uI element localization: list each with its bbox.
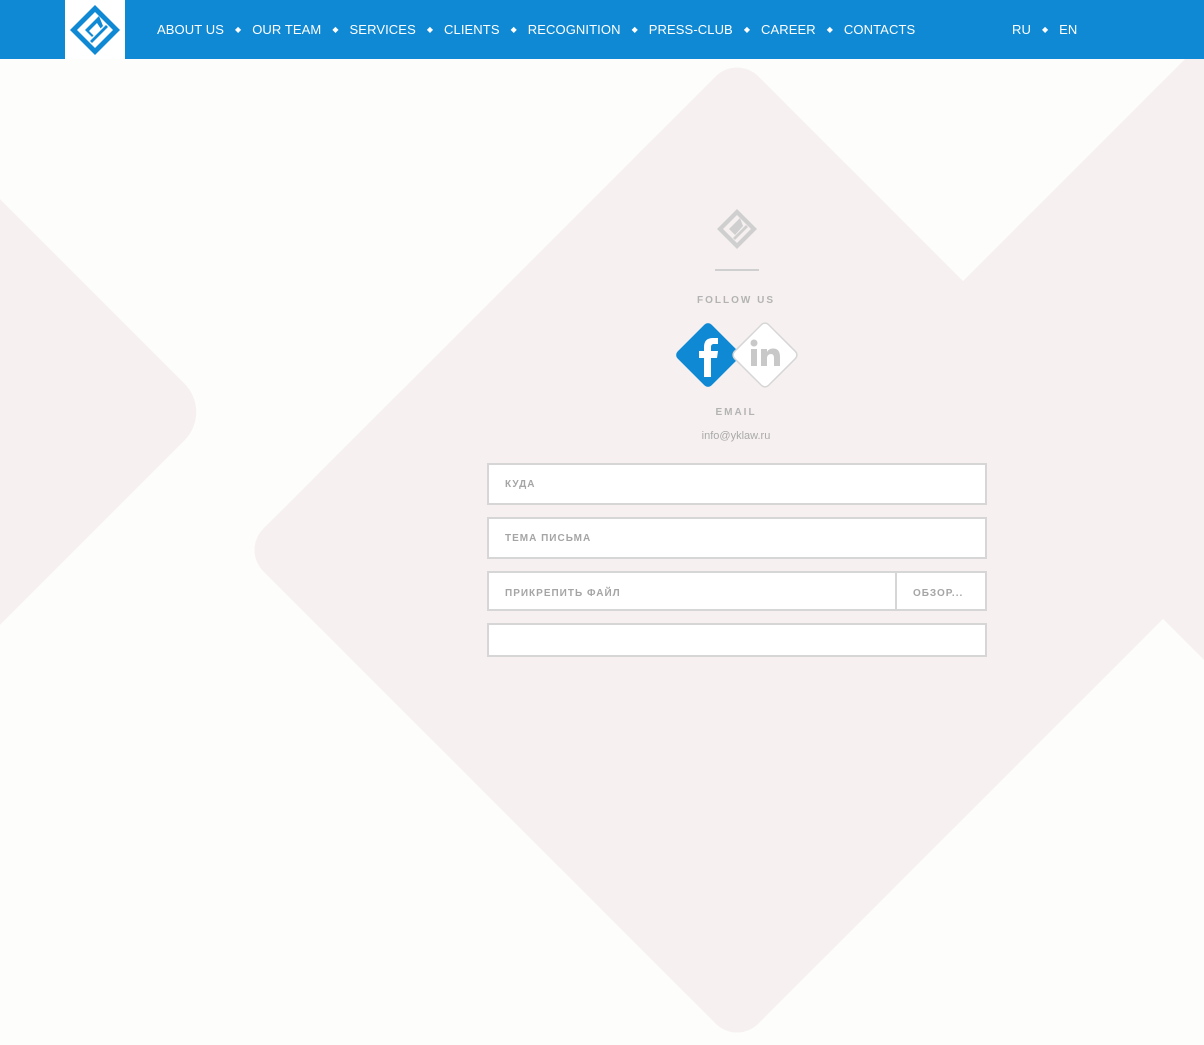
nav-separator-icon: ◆: [426, 24, 433, 34]
attach-file-field: ПРИКРЕПИТЬ ФАЙЛ ОБЗОР...: [487, 571, 987, 611]
follow-us-label: FOLLOW US: [697, 295, 775, 306]
top-header: ABOUT US ◆ OUR TEAM ◆ SERVICES ◆ CLIENTS…: [0, 0, 1204, 59]
nav-clients[interactable]: CLIENTS: [444, 22, 500, 37]
section-divider: [715, 269, 759, 271]
nav-about-us[interactable]: ABOUT US: [157, 22, 224, 37]
subject-field: [487, 517, 987, 559]
nav-career[interactable]: CAREER: [761, 22, 816, 37]
company-logo-grey-icon: [717, 209, 757, 249]
linkedin-icon[interactable]: [727, 317, 803, 393]
nav-services[interactable]: SERVICES: [350, 22, 416, 37]
nav-recognition[interactable]: RECOGNITION: [528, 22, 621, 37]
subject-input[interactable]: [489, 519, 985, 557]
attach-file-label: ПРИКРЕПИТЬ ФАЙЛ: [505, 588, 621, 599]
lang-en[interactable]: EN: [1059, 22, 1077, 37]
nav-separator-icon: ◆: [631, 24, 638, 34]
browse-button[interactable]: ОБЗОР...: [895, 573, 985, 609]
lang-separator-icon: ◆: [1041, 24, 1049, 34]
message-field[interactable]: [487, 623, 987, 657]
nav-contacts[interactable]: CONTACTS: [844, 22, 915, 37]
nav-separator-icon: ◆: [826, 24, 833, 34]
to-field: [487, 463, 987, 505]
nav-separator-icon: ◆: [743, 24, 750, 34]
main-nav: ABOUT US ◆ OUR TEAM ◆ SERVICES ◆ CLIENTS…: [157, 0, 915, 59]
email-label: EMAIL: [715, 407, 757, 418]
language-switcher: RU ◆ EN: [1012, 0, 1077, 59]
nav-separator-icon: ◆: [510, 24, 517, 34]
nav-press-club[interactable]: PRESS-CLUB: [649, 22, 733, 37]
nav-separator-icon: ◆: [332, 24, 339, 34]
lang-ru[interactable]: RU: [1012, 22, 1031, 37]
email-link[interactable]: info@yklaw.ru: [636, 430, 836, 442]
nav-separator-icon: ◆: [235, 24, 242, 34]
nav-our-team[interactable]: OUR TEAM: [252, 22, 321, 37]
logo-link[interactable]: [65, 0, 125, 59]
to-input[interactable]: [489, 465, 985, 503]
company-logo-icon: [70, 5, 120, 55]
background-diamond-left: [0, 129, 213, 695]
